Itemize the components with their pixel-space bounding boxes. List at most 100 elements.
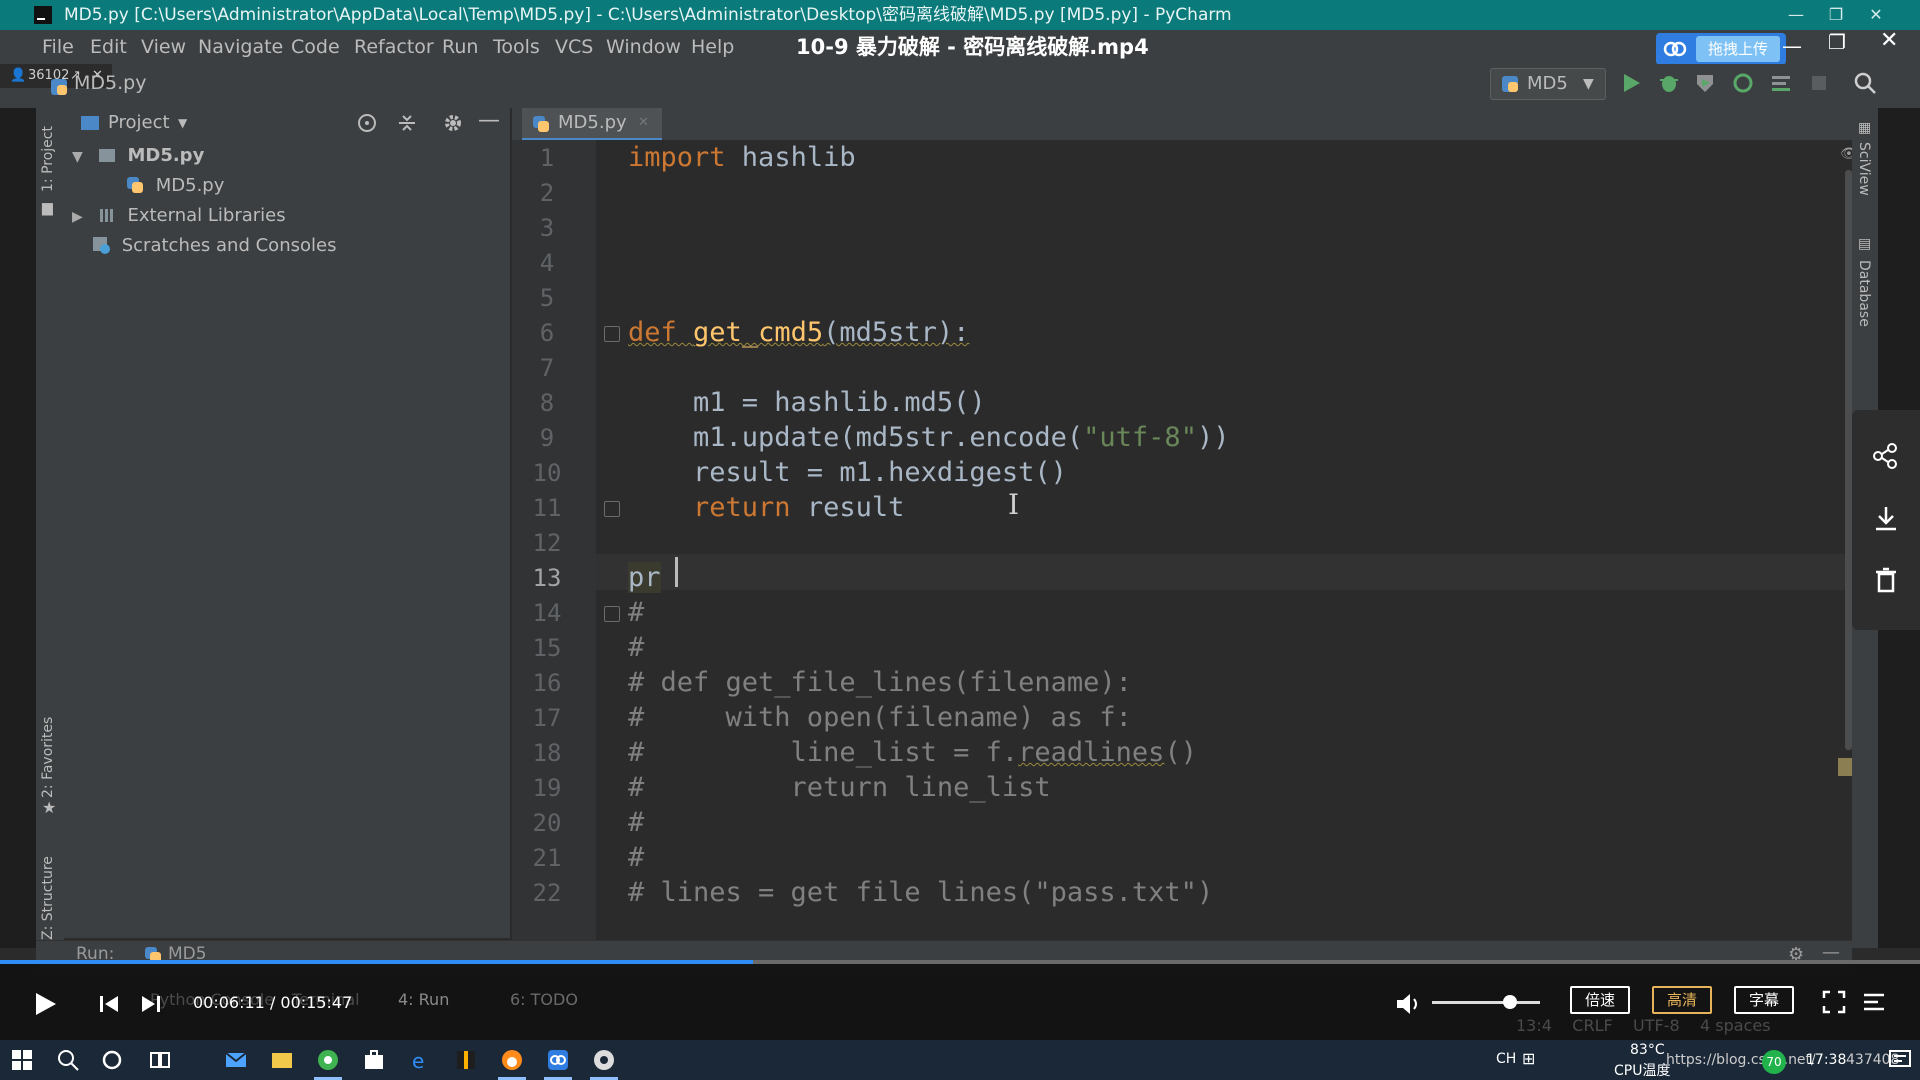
- tree-item-file[interactable]: MD5.py: [126, 172, 224, 200]
- tree-item-scratches[interactable]: Scratches and Consoles: [92, 232, 336, 260]
- menu-help[interactable]: Help: [691, 36, 734, 58]
- project-panel: Project ▼ — ▼ MD5.py MD5.py ▶ External L…: [64, 108, 511, 938]
- video-close-button[interactable]: ✕: [1880, 28, 1898, 53]
- browser-icon[interactable]: [500, 1048, 524, 1072]
- eye-icon[interactable]: 👁: [1840, 146, 1852, 162]
- tree-item-label: Scratches and Consoles: [121, 235, 337, 256]
- volume-slider-handle[interactable]: [1502, 995, 1517, 1009]
- volume-slider[interactable]: [1432, 1001, 1540, 1004]
- input-method-icon[interactable]: ⊞: [1522, 1049, 1535, 1068]
- video-progress-bar[interactable]: [0, 960, 1920, 964]
- menu-view[interactable]: View: [141, 36, 186, 58]
- code-editor[interactable]: 1 2 3 4 5 6 7 8 9 10 11 12 13 14 15 16 1…: [512, 140, 1852, 940]
- tab-md5-py[interactable]: MD5.py ✕: [522, 108, 662, 141]
- quality-button[interactable]: 高清: [1652, 986, 1712, 1014]
- playback-time: 00:06:11 / 00:15:47: [193, 993, 353, 1012]
- fold-marker-icon[interactable]: [604, 606, 620, 622]
- tab-run[interactable]: 4: Run: [398, 990, 449, 1009]
- file-encoding[interactable]: UTF-8: [1633, 1016, 1680, 1035]
- python-file-icon: [1502, 76, 1518, 92]
- keyword: return: [628, 492, 791, 523]
- chrome-icon[interactable]: [316, 1048, 340, 1072]
- video-player-icon[interactable]: [546, 1048, 570, 1072]
- code-line-18: # line_list = f.readlines(): [628, 737, 1197, 768]
- video-minimize-button[interactable]: —: [1782, 34, 1802, 58]
- locate-icon[interactable]: [356, 112, 378, 134]
- notifications-icon[interactable]: [1888, 1048, 1912, 1072]
- app-icon[interactable]: [592, 1048, 616, 1072]
- cortana-icon[interactable]: [100, 1048, 124, 1072]
- gear-icon[interactable]: [442, 112, 464, 134]
- task-view-icon[interactable]: [148, 1048, 172, 1072]
- menu-window[interactable]: Window: [606, 36, 681, 58]
- video-restore-button[interactable]: ❐: [1828, 30, 1846, 54]
- run-configuration-dropdown[interactable]: MD5 ▼: [1490, 68, 1606, 100]
- fold-marker-icon[interactable]: [604, 326, 620, 342]
- run-icon[interactable]: [1618, 70, 1644, 96]
- close-window-button[interactable]: ✕: [1856, 0, 1896, 30]
- minimize-button[interactable]: —: [1776, 0, 1816, 30]
- stop-icon[interactable]: [1806, 70, 1832, 96]
- speed-button[interactable]: 倍速: [1570, 986, 1630, 1014]
- mail-icon[interactable]: [224, 1048, 248, 1072]
- tree-item-external-libraries[interactable]: ▶ External Libraries: [72, 202, 286, 230]
- menu-vcs[interactable]: VCS: [555, 36, 593, 58]
- indent-setting[interactable]: 4 spaces: [1700, 1016, 1771, 1035]
- collapse-all-icon[interactable]: [396, 112, 418, 134]
- code-line-21: #: [628, 842, 645, 873]
- fullscreen-icon[interactable]: [1822, 988, 1846, 1016]
- tab-project-side[interactable]: 1: Project: [40, 126, 56, 192]
- windows-start-icon[interactable]: [10, 1048, 34, 1072]
- coverage-icon[interactable]: [1692, 70, 1718, 96]
- trash-icon[interactable]: [1872, 566, 1900, 594]
- editor-scrollbar[interactable]: [1845, 170, 1852, 750]
- file-explorer-icon[interactable]: [270, 1048, 294, 1072]
- upload-widget[interactable]: 拖拽上传: [1656, 33, 1786, 65]
- warning-marker[interactable]: [1838, 758, 1852, 776]
- download-icon[interactable]: [1872, 504, 1900, 532]
- debug-icon[interactable]: [1656, 70, 1682, 96]
- input-language[interactable]: CH: [1496, 1051, 1516, 1067]
- hide-panel-icon[interactable]: —: [478, 108, 500, 133]
- previous-icon[interactable]: [98, 990, 120, 1018]
- tree-item-root[interactable]: ▼ MD5.py: [72, 142, 204, 170]
- menu-edit[interactable]: Edit: [90, 36, 127, 58]
- cursor-position[interactable]: 13:4: [1516, 1016, 1552, 1035]
- notification-badge[interactable]: 70: [1762, 1050, 1786, 1074]
- profile-icon[interactable]: [1730, 70, 1756, 96]
- tab-sciview[interactable]: SciView: [1856, 142, 1872, 196]
- breadcrumb-file[interactable]: MD5.py: [74, 72, 146, 94]
- volume-icon[interactable]: [1394, 990, 1422, 1018]
- search-icon[interactable]: [56, 1048, 80, 1072]
- app-icon[interactable]: [454, 1048, 478, 1072]
- tab-structure-side[interactable]: Z: Structure: [40, 856, 56, 940]
- store-icon[interactable]: [362, 1048, 386, 1072]
- share-icon[interactable]: [1872, 442, 1900, 470]
- next-icon[interactable]: [140, 990, 162, 1018]
- playlist-icon[interactable]: [1862, 988, 1886, 1016]
- subtitle-button[interactable]: 字幕: [1734, 986, 1794, 1014]
- menu-file[interactable]: File: [42, 36, 74, 58]
- code-line-14: #: [628, 597, 645, 628]
- expand-arrow-icon[interactable]: ▶: [72, 203, 92, 231]
- tab-todo[interactable]: 6: TODO: [510, 990, 578, 1009]
- comment-text: readlines: [1018, 737, 1165, 768]
- line-separator[interactable]: CRLF: [1572, 1016, 1612, 1035]
- edge-icon[interactable]: e: [408, 1048, 432, 1072]
- play-icon[interactable]: [32, 990, 58, 1018]
- menu-code[interactable]: Code: [291, 36, 340, 58]
- chevron-down-icon[interactable]: ▼: [178, 116, 187, 130]
- concurrency-icon[interactable]: [1768, 70, 1794, 96]
- tab-database[interactable]: Database: [1856, 260, 1872, 327]
- maximize-button[interactable]: ❐: [1816, 0, 1856, 30]
- expand-arrow-icon[interactable]: ▼: [72, 143, 92, 171]
- menu-run[interactable]: Run: [442, 36, 478, 58]
- menu-navigate[interactable]: Navigate: [198, 36, 283, 58]
- tab-favorites-side[interactable]: 2: Favorites: [40, 717, 56, 798]
- fold-marker-icon[interactable]: [604, 501, 620, 517]
- search-icon[interactable]: [1852, 70, 1878, 96]
- menu-tools[interactable]: Tools: [493, 36, 540, 58]
- project-view-selector[interactable]: Project: [108, 112, 170, 133]
- tab-close-icon[interactable]: ✕: [638, 108, 649, 138]
- menu-refactor[interactable]: Refactor: [354, 36, 434, 58]
